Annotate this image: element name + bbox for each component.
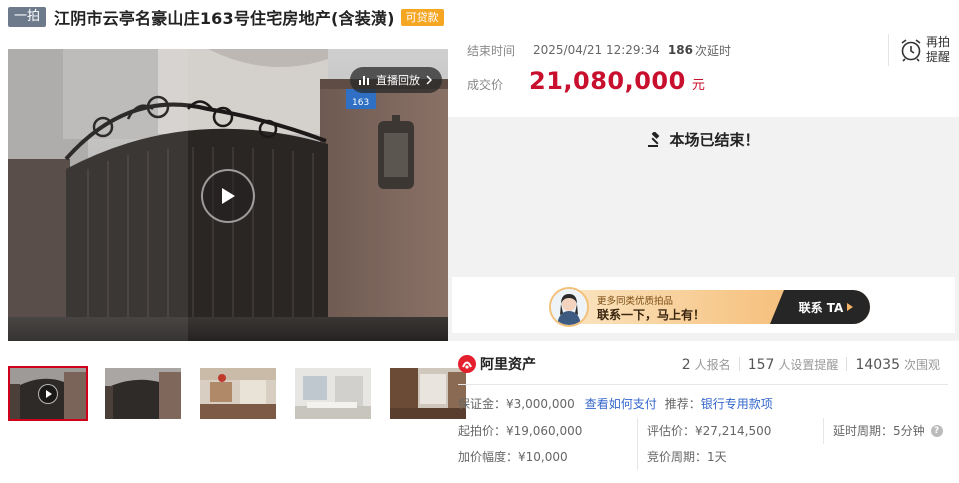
live-replay-label: 直播回放 bbox=[376, 74, 420, 87]
stat-number: 14035 bbox=[855, 356, 900, 373]
stat-label: 人报名 bbox=[694, 357, 731, 372]
delay-period-label: 延时周期： bbox=[833, 424, 894, 438]
divider bbox=[637, 418, 638, 470]
start-price-value: ¥19,060,000 bbox=[506, 423, 583, 438]
main-video[interactable]: 163 直播回放 bbox=[8, 49, 448, 341]
deal-price-label: 成交价 bbox=[467, 78, 504, 92]
auction-round-tag: 一拍 bbox=[8, 7, 47, 27]
thumbnail-photo[interactable] bbox=[198, 366, 278, 421]
alarm-clock-icon bbox=[901, 39, 921, 62]
thumbnail-image bbox=[200, 368, 276, 419]
help-icon[interactable]: ? bbox=[930, 424, 943, 437]
thumbnail-photo[interactable] bbox=[388, 366, 468, 421]
loan-badge: 可贷款 bbox=[400, 8, 444, 26]
thumbnail-video[interactable] bbox=[8, 366, 88, 421]
appraise-value: ¥27,214,500 bbox=[695, 423, 772, 438]
ali-asset-logo-icon bbox=[458, 355, 476, 373]
thumbnail-photo[interactable] bbox=[103, 366, 183, 421]
thumbnail-image bbox=[390, 368, 466, 419]
reauction-reminder-button[interactable]: 再拍 提醒 bbox=[888, 34, 954, 66]
reminder-line2: 提醒 bbox=[925, 50, 950, 64]
auction-ended-status: 本场已结束！ bbox=[448, 129, 959, 150]
stat-label: 次围观 bbox=[903, 357, 940, 372]
auction-ended-text: 本场已结束！ bbox=[669, 131, 760, 149]
start-price-label: 起拍价： bbox=[458, 424, 507, 438]
delay-count: 186 bbox=[667, 43, 693, 57]
contact-banner: 更多同类优质拍品 联系一下，马上有！ 联系 TA bbox=[452, 277, 955, 333]
delay-period-value: 5分钟 bbox=[893, 424, 925, 438]
agent-avatar bbox=[549, 287, 589, 327]
thumbnail-photo[interactable] bbox=[293, 366, 373, 421]
thumbnail-image bbox=[295, 368, 371, 419]
end-time-label: 结束时间 bbox=[467, 43, 516, 58]
delay-count-suffix: 次延时 bbox=[694, 43, 731, 58]
increment-label: 加价幅度： bbox=[458, 450, 519, 464]
stat-label: 人设置提醒 bbox=[778, 357, 839, 372]
divider bbox=[458, 384, 948, 385]
bid-period-value: 1天 bbox=[707, 450, 727, 464]
reminder-line1: 再拍 bbox=[925, 35, 950, 49]
platform-stats-row: 阿里资产 2 人报名 157 人设置提醒 14035 次围观 bbox=[458, 352, 948, 376]
bid-period-row: 竞价周期： 1天 bbox=[647, 448, 727, 465]
contact-title: 联系一下，马上有！ bbox=[597, 308, 706, 322]
live-replay-button[interactable]: 直播回放 bbox=[350, 67, 442, 93]
title-row: 一拍 江阴市云亭名豪山庄163号住宅房地产(含装潢) 可贷款 bbox=[8, 6, 444, 28]
bid-period-label: 竞价周期： bbox=[647, 450, 708, 464]
divider bbox=[823, 418, 824, 444]
chevron-right-icon bbox=[426, 75, 432, 85]
deposit-row: 保证金： ¥3,000,000 查看如何支付 推荐： 银行专用款项 bbox=[458, 395, 773, 412]
deal-price-value: 21,080,000 bbox=[529, 67, 686, 95]
appraise-row: 评估价： ¥27,214,500 bbox=[647, 422, 771, 439]
how-to-pay-link[interactable]: 查看如何支付 bbox=[585, 395, 657, 412]
appraise-label: 评估价： bbox=[647, 424, 696, 438]
contact-ta-label: 联系 TA bbox=[798, 300, 844, 315]
deposit-value: ¥3,000,000 bbox=[506, 396, 575, 411]
contact-ta-button[interactable]: 联系 TA bbox=[770, 290, 870, 324]
start-price-row: 起拍价： ¥19,060,000 bbox=[458, 422, 582, 439]
increment-row: 加价幅度： ¥10,000 bbox=[458, 448, 568, 465]
reminder-label: 再拍 提醒 bbox=[926, 35, 950, 65]
stats: 2 人报名 157 人设置提醒 14035 次围观 bbox=[674, 356, 948, 373]
contact-banner-pill: 更多同类优质拍品 联系一下，马上有！ 联系 TA bbox=[552, 290, 870, 324]
end-time-value: 2025/04/21 12:29:34 bbox=[533, 43, 660, 57]
bar-chart-icon bbox=[359, 76, 369, 85]
deposit-label: 保证金： bbox=[458, 397, 507, 411]
platform-logo[interactable]: 阿里资产 bbox=[458, 354, 536, 374]
deal-price-unit: 元 bbox=[691, 78, 705, 93]
auction-info: 结束时间 2025/04/21 12:29:34 186 次延时 成交价 21,… bbox=[467, 37, 887, 95]
stat-reminders: 157 人设置提醒 bbox=[740, 356, 847, 373]
deal-price-row: 成交价 21,080,000 元 bbox=[467, 67, 887, 95]
play-icon bbox=[222, 188, 235, 204]
play-button[interactable] bbox=[201, 169, 255, 223]
stat-number: 157 bbox=[747, 356, 775, 373]
delay-period-row: 延时周期： 5分钟 ? bbox=[833, 422, 943, 439]
thumbnail-play-icon bbox=[38, 384, 58, 404]
stat-views: 14035 次围观 bbox=[847, 356, 948, 373]
contact-subtitle: 更多同类优质拍品 bbox=[597, 296, 674, 307]
door-plate-number: 163 bbox=[352, 98, 369, 108]
caret-right-icon bbox=[847, 303, 854, 311]
stat-number: 2 bbox=[681, 356, 691, 373]
platform-name: 阿里资产 bbox=[480, 357, 536, 373]
recommend-label: 推荐： bbox=[664, 397, 701, 411]
bank-loan-link[interactable]: 银行专用款项 bbox=[701, 395, 773, 412]
increment-value: ¥10,000 bbox=[518, 449, 568, 464]
gavel-icon bbox=[648, 131, 660, 147]
stat-registrations: 2 人报名 bbox=[674, 356, 739, 373]
thumbnail-image bbox=[105, 368, 181, 419]
thumbnail-strip bbox=[8, 366, 468, 421]
page-title: 江阴市云亭名豪山庄163号住宅房地产(含装潢) bbox=[54, 9, 395, 28]
end-time-row: 结束时间 2025/04/21 12:29:34 186 次延时 bbox=[467, 37, 887, 63]
